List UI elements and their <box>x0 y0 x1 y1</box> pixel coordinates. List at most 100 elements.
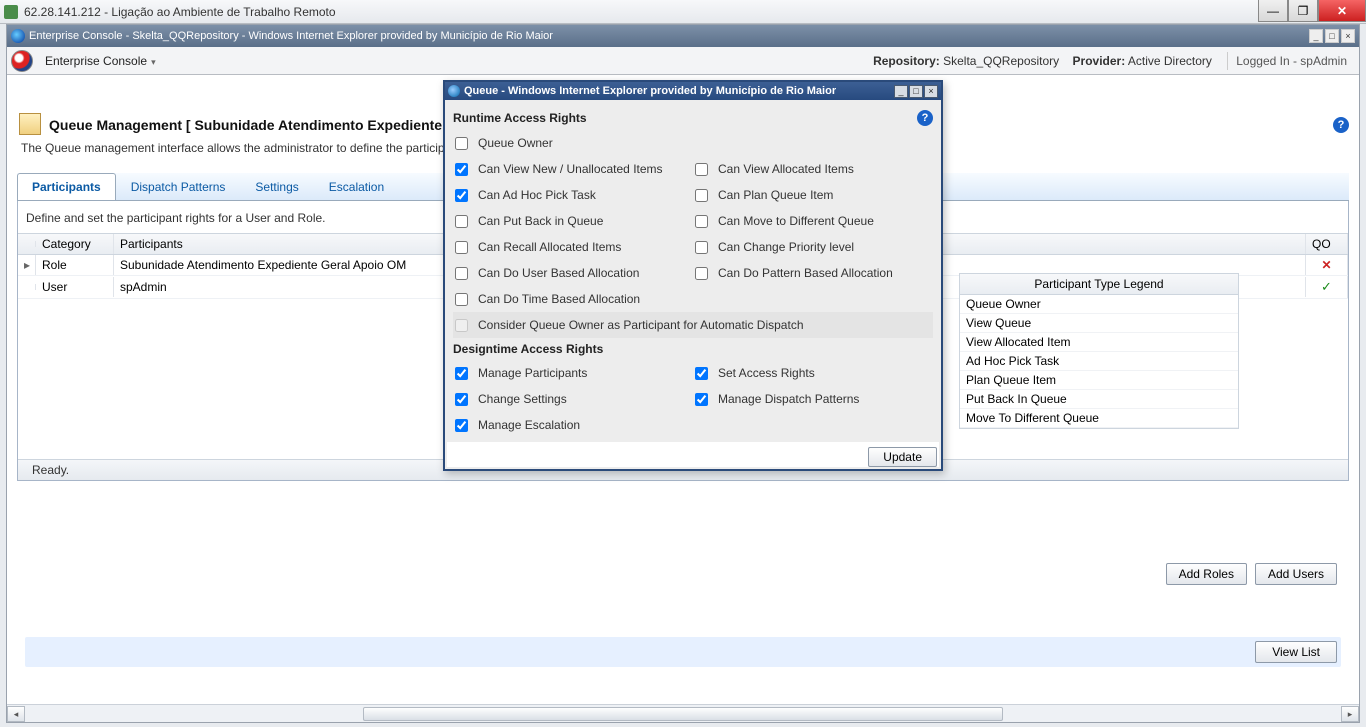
checkbox[interactable] <box>695 367 708 380</box>
checkbox[interactable] <box>455 215 468 228</box>
checkbox[interactable] <box>695 163 708 176</box>
help-icon[interactable]: ? <box>917 110 933 126</box>
help-icon[interactable]: ? <box>1333 117 1349 133</box>
tab-dispatch-patterns[interactable]: Dispatch Patterns <box>116 173 241 200</box>
col-qo[interactable]: QO <box>1306 234 1348 254</box>
checkbox[interactable] <box>695 215 708 228</box>
perm-queue-owner[interactable]: Queue Owner <box>453 130 933 156</box>
tab-settings[interactable]: Settings <box>240 173 313 200</box>
checkbox[interactable] <box>455 393 468 406</box>
rdp-icon <box>4 5 18 19</box>
perm-move-queue[interactable]: Can Move to Different Queue <box>693 208 933 234</box>
browser-close[interactable]: × <box>1341 29 1355 43</box>
qo-false-icon: ✕ <box>1306 255 1348 275</box>
action-buttons: Add Roles Add Users <box>1166 563 1337 585</box>
queue-icon <box>21 115 41 135</box>
participant-type-legend: Participant Type Legend Queue Owner View… <box>959 273 1239 429</box>
perm-set-access-rights[interactable]: Set Access Rights <box>693 360 933 386</box>
tab-escalation[interactable]: Escalation <box>314 173 399 200</box>
tab-participants[interactable]: Participants <box>17 173 116 200</box>
cell-category: Role <box>36 255 114 275</box>
legend-item: Ad Hoc Pick Task <box>960 352 1238 371</box>
add-users-button[interactable]: Add Users <box>1255 563 1337 585</box>
browser-minimize[interactable]: _ <box>1309 29 1323 43</box>
legend-item: Queue Owner <box>960 295 1238 314</box>
ie-icon <box>11 29 25 43</box>
checkbox[interactable] <box>455 419 468 432</box>
provider-label: Provider: <box>1073 54 1126 68</box>
perm-change-settings[interactable]: Change Settings <box>453 386 693 412</box>
legend-item: Put Back In Queue <box>960 390 1238 409</box>
cell-category: User <box>36 277 114 297</box>
perm-user-allocation[interactable]: Can Do User Based Allocation <box>453 260 693 286</box>
repo-value: Skelta_QQRepository <box>943 54 1059 68</box>
update-button[interactable]: Update <box>868 447 937 467</box>
footer-strip <box>25 637 1341 667</box>
console-topbar-right: Repository: Skelta_QQRepository Provider… <box>873 54 1355 68</box>
scroll-left-icon[interactable]: ◂ <box>7 706 25 722</box>
row-selector-icon: ▸ <box>18 255 36 275</box>
perm-pattern-allocation[interactable]: Can Do Pattern Based Allocation <box>693 260 933 286</box>
maximize-button[interactable]: ❐ <box>1288 0 1318 22</box>
legend-item: View Queue <box>960 314 1238 333</box>
checkbox[interactable] <box>695 393 708 406</box>
checkbox[interactable] <box>455 137 468 150</box>
perm-put-back[interactable]: Can Put Back in Queue <box>453 208 693 234</box>
checkbox[interactable] <box>695 189 708 202</box>
perm-consider-owner[interactable]: Consider Queue Owner as Participant for … <box>453 312 933 338</box>
close-button[interactable]: ✕ <box>1318 0 1366 22</box>
horizontal-scrollbar[interactable]: ◂ ▸ <box>7 704 1359 722</box>
console-topbar: Enterprise Console Repository: Skelta_QQ… <box>7 47 1359 75</box>
ie-icon <box>448 85 460 97</box>
perm-recall[interactable]: Can Recall Allocated Items <box>453 234 693 260</box>
checkbox[interactable] <box>455 241 468 254</box>
perm-view-new[interactable]: Can View New / Unallocated Items <box>453 156 693 182</box>
perm-view-allocated[interactable]: Can View Allocated Items <box>693 156 933 182</box>
rdp-titlebar: 62.28.141.212 - Ligação ao Ambiente de T… <box>0 0 1366 24</box>
popup-minimize[interactable]: _ <box>894 85 908 98</box>
console-menu[interactable]: Enterprise Console <box>37 50 164 72</box>
legend-item: Plan Queue Item <box>960 371 1238 390</box>
runtime-section-title: Runtime Access Rights ? <box>453 106 933 130</box>
checkbox[interactable] <box>695 241 708 254</box>
legend-item: Move To Different Queue <box>960 409 1238 428</box>
popup-maximize[interactable]: □ <box>909 85 923 98</box>
perm-manage-dispatch[interactable]: Manage Dispatch Patterns <box>693 386 933 412</box>
popup-titlebar[interactable]: Queue - Windows Internet Explorer provid… <box>445 82 941 100</box>
browser-maximize[interactable]: □ <box>1325 29 1339 43</box>
scroll-thumb[interactable] <box>363 707 1003 721</box>
perm-manage-participants[interactable]: Manage Participants <box>453 360 693 386</box>
view-list-button[interactable]: View List <box>1255 641 1337 663</box>
add-roles-button[interactable]: Add Roles <box>1166 563 1247 585</box>
perm-time-allocation[interactable]: Can Do Time Based Allocation <box>453 286 933 312</box>
rdp-title: 62.28.141.212 - Ligação ao Ambiente de T… <box>24 5 336 19</box>
checkbox[interactable] <box>695 267 708 280</box>
minimize-button[interactable]: — <box>1258 0 1288 22</box>
browser-title: Enterprise Console - Skelta_QQRepository… <box>29 30 553 42</box>
rdp-window-controls: — ❐ ✕ <box>1258 0 1366 22</box>
col-category[interactable]: Category <box>36 234 114 254</box>
checkbox[interactable] <box>455 267 468 280</box>
logged-in-user[interactable]: Logged In - spAdmin <box>1227 52 1355 70</box>
popup-close[interactable]: × <box>924 85 938 98</box>
access-rights-popup: Queue - Windows Internet Explorer provid… <box>443 80 943 471</box>
perm-manage-escalation[interactable]: Manage Escalation <box>453 412 933 438</box>
console-logo-icon <box>11 50 33 72</box>
checkbox[interactable] <box>455 367 468 380</box>
scroll-right-icon[interactable]: ▸ <box>1341 706 1359 722</box>
repo-label: Repository: <box>873 54 940 68</box>
perm-plan-queue[interactable]: Can Plan Queue Item <box>693 182 933 208</box>
checkbox[interactable] <box>455 189 468 202</box>
designtime-section-title: Designtime Access Rights <box>453 338 933 360</box>
checkbox[interactable] <box>455 163 468 176</box>
checkbox[interactable] <box>455 293 468 306</box>
qo-true-icon: ✓ <box>1306 276 1348 298</box>
view-list-container: View List <box>1255 641 1337 663</box>
browser-titlebar: Enterprise Console - Skelta_QQRepository… <box>7 25 1359 47</box>
legend-item: View Allocated Item <box>960 333 1238 352</box>
perm-change-priority[interactable]: Can Change Priority level <box>693 234 933 260</box>
page-title: Queue Management [ Subunidade Atendiment… <box>49 117 470 133</box>
legend-title: Participant Type Legend <box>960 274 1238 295</box>
checkbox <box>455 319 468 332</box>
perm-adhoc-pick[interactable]: Can Ad Hoc Pick Task <box>453 182 693 208</box>
